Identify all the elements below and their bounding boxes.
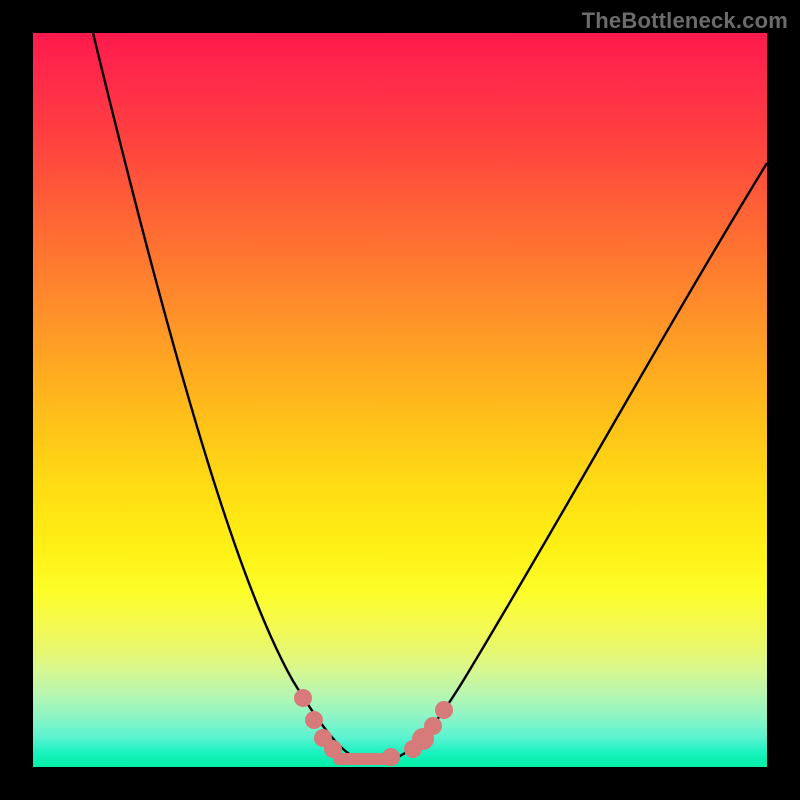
data-marker	[424, 717, 442, 735]
data-marker	[305, 711, 323, 729]
data-marker	[294, 689, 312, 707]
plot-area	[33, 33, 767, 767]
valley-flat-segment	[333, 753, 393, 765]
data-marker	[435, 701, 453, 719]
chart-frame: TheBottleneck.com	[0, 0, 800, 800]
watermark-text: TheBottleneck.com	[582, 8, 788, 34]
curve-layer	[33, 33, 767, 767]
bottleneck-curve	[93, 33, 767, 759]
